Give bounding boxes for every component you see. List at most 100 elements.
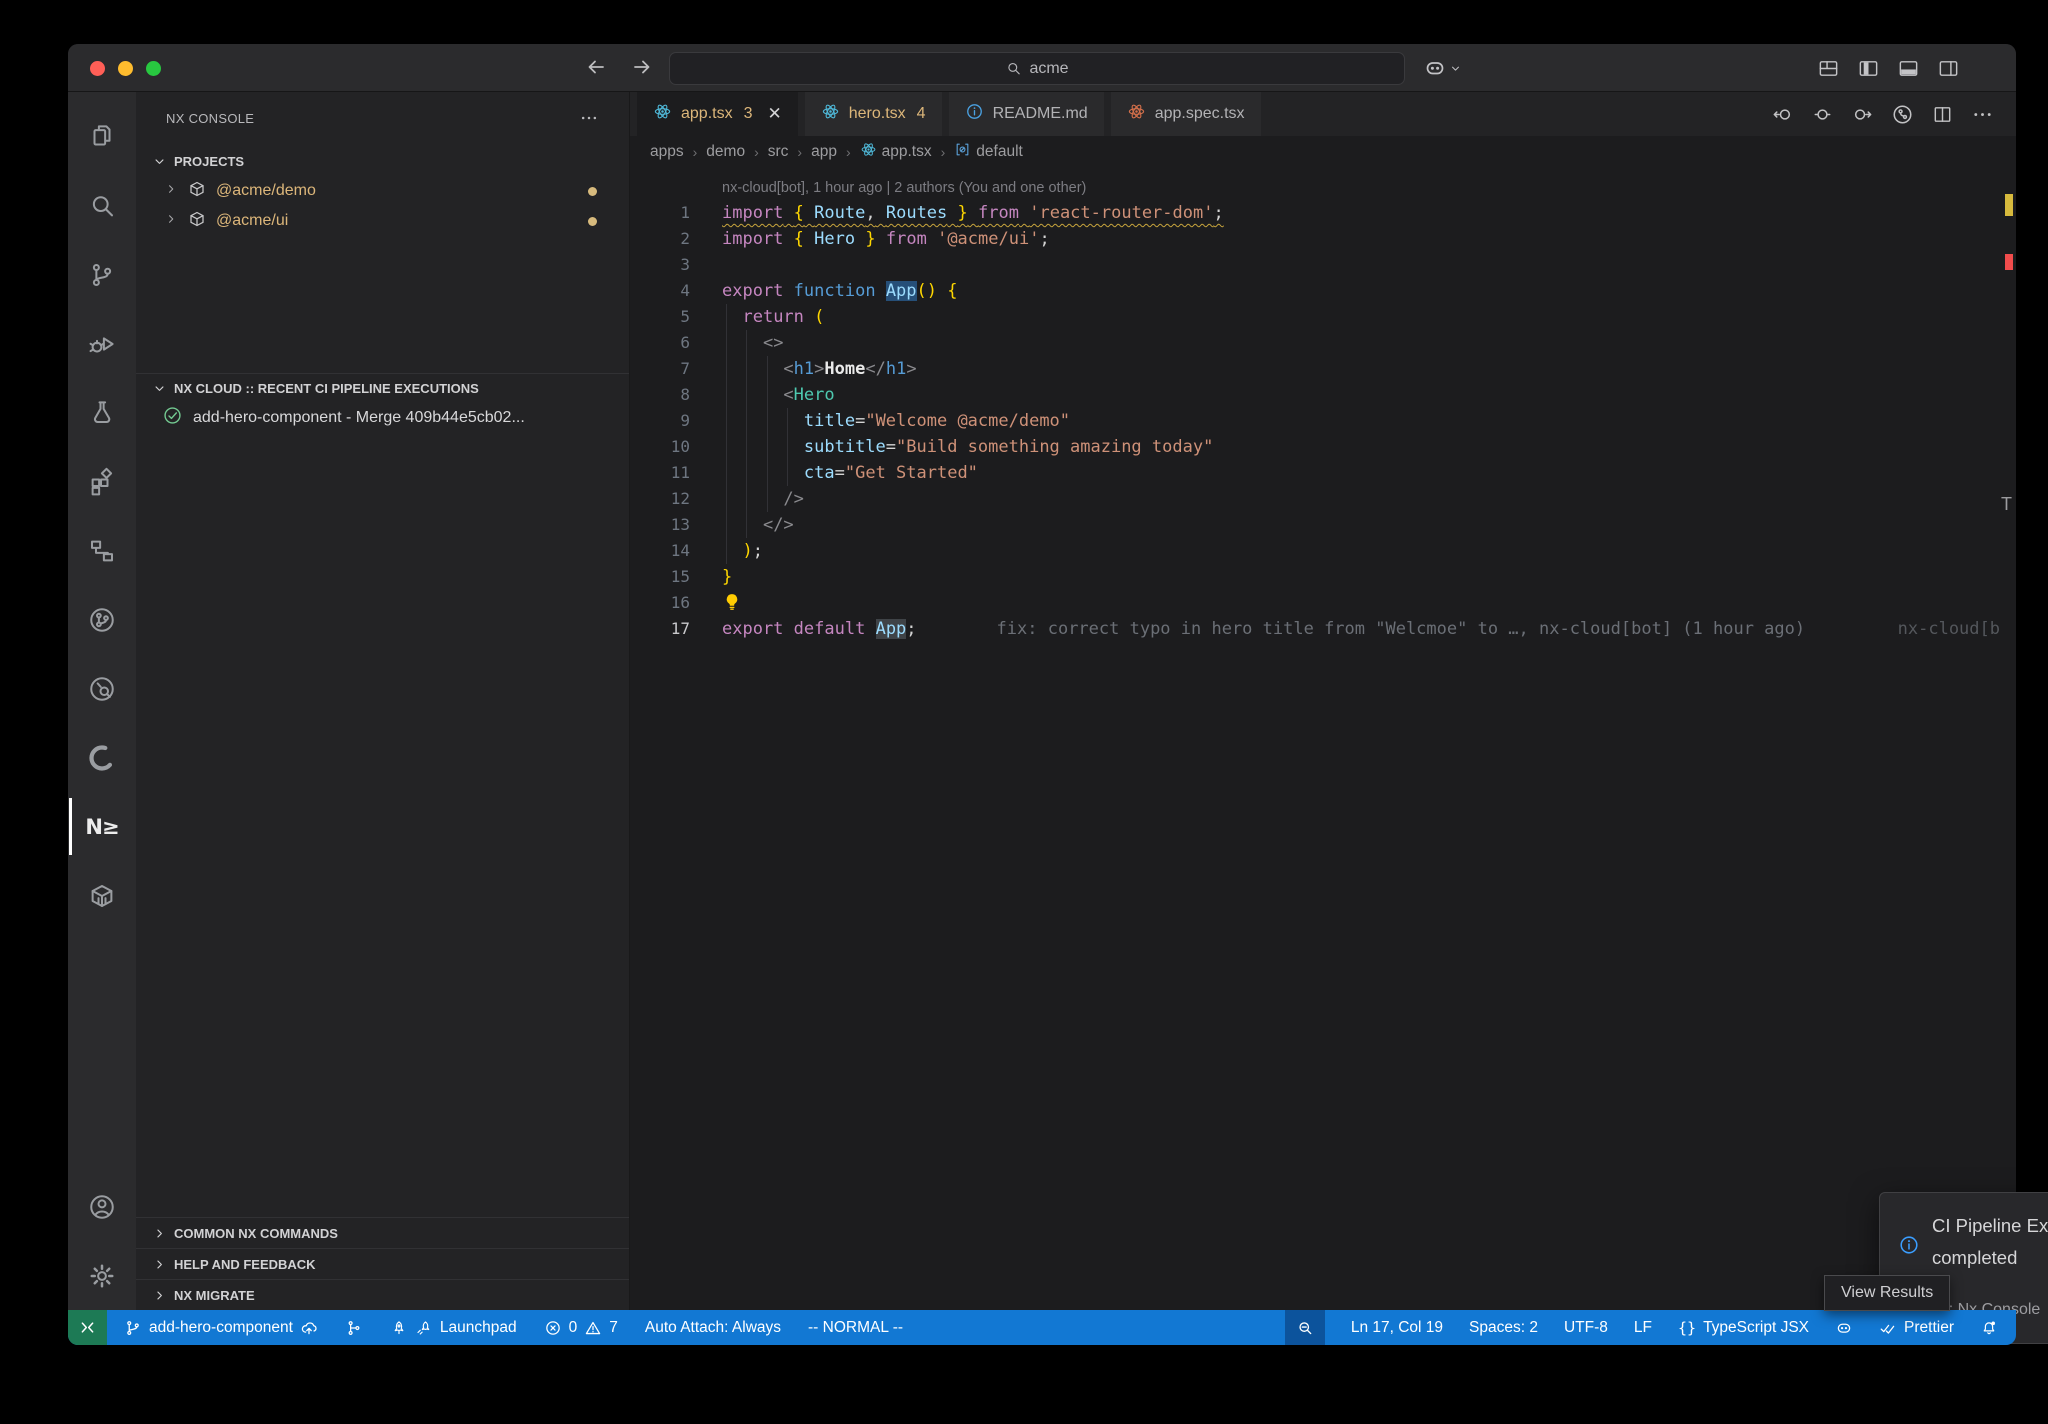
code-line-1[interactable]: 1 import { Route, Routes } from 'react-r… [630, 200, 2016, 226]
code-line-15[interactable]: 15 } [630, 564, 2016, 590]
line-number: 12 [630, 486, 690, 512]
code-line-2[interactable]: 2 import { Hero } from '@acme/ui'; [630, 226, 2016, 252]
command-center-search[interactable]: acme [669, 52, 1405, 85]
status-eol[interactable]: LF [1634, 1310, 1652, 1345]
code-line-7[interactable]: 7 <h1>Home</h1> [630, 356, 2016, 382]
activity-item-containers[interactable] [68, 861, 136, 930]
tab-README.md[interactable]: README.md [949, 92, 1104, 136]
activity-item-testing[interactable] [68, 378, 136, 447]
activity-item-accounts[interactable] [68, 1172, 136, 1241]
tab-app.tsx[interactable]: app.tsx 3 ✕ [637, 92, 798, 136]
modified-dot [588, 187, 597, 196]
copilot-menu[interactable] [1423, 56, 1462, 80]
ellipsis-icon[interactable] [1971, 103, 1994, 126]
code-line-4[interactable]: 4 export function App() { [630, 278, 2016, 304]
tab-app.spec.tsx[interactable]: app.spec.tsx [1111, 92, 1261, 136]
zoom-window-button[interactable] [146, 61, 161, 76]
tab-bar: app.tsx 3 ✕ hero.tsx 4 README.md app.spe… [630, 92, 2016, 136]
activity-item-explorer[interactable] [68, 102, 136, 171]
breadcrumb-app[interactable]: app [811, 143, 837, 161]
activity-item-extensions[interactable] [68, 447, 136, 516]
status-problems[interactable]: 07 [544, 1310, 618, 1345]
tab-hero.tsx[interactable]: hero.tsx 4 [805, 92, 942, 136]
section-label: PROJECTS [174, 154, 244, 169]
status-notifications[interactable] [1980, 1310, 1998, 1345]
activity-item-gitlens[interactable] [68, 585, 136, 654]
breadcrumb-app.tsx[interactable]: app.tsx [860, 141, 932, 163]
toggle-secondary-sidebar-icon[interactable] [1937, 57, 1960, 80]
overview-ruler[interactable]: T [2002, 168, 2014, 1310]
sidebar-actions-ellipsis-icon[interactable] [579, 108, 599, 128]
toggle-sidebar-icon[interactable] [1857, 57, 1880, 80]
code-editor[interactable]: nx-cloud[bot], 1 hour ago | 2 authors (Y… [630, 168, 2016, 1310]
activity-item-settings[interactable] [68, 1241, 136, 1310]
status-zoom-indicator[interactable] [1285, 1310, 1325, 1345]
forward-arrow-icon[interactable] [630, 55, 654, 79]
activity-item-source-control[interactable] [68, 240, 136, 309]
tab-label: app.spec.tsx [1155, 105, 1245, 123]
pipeline-execution-item[interactable]: add-hero-component - Merge 409b44e5cb02.… [136, 403, 629, 433]
close-window-button[interactable] [90, 61, 105, 76]
code-line-10[interactable]: 10 subtitle="Build something amazing tod… [630, 434, 2016, 460]
status-left: add-hero-component Launchpad 07 Auto Attach… [124, 1310, 903, 1345]
gitlens-inspect-icon [87, 674, 117, 704]
status-launchpad[interactable]: Launchpad [390, 1310, 517, 1345]
activity-item-gitlens-inspect[interactable] [68, 654, 136, 723]
next-change-icon[interactable] [1851, 103, 1874, 126]
react-icon [653, 102, 672, 121]
history-nav [584, 55, 654, 79]
section-help-and-feedback[interactable]: HELP AND FEEDBACK [136, 1248, 629, 1279]
back-arrow-icon[interactable] [584, 55, 608, 79]
chevron-down-icon[interactable] [1449, 62, 1462, 75]
status-copilot[interactable] [1835, 1310, 1853, 1345]
breadcrumb-demo[interactable]: demo [706, 143, 745, 161]
status-git-graph[interactable] [345, 1310, 363, 1345]
copilot-icon[interactable] [1423, 56, 1447, 80]
editor-group: app.tsx 3 ✕ hero.tsx 4 README.md app.spe… [630, 92, 2016, 1310]
status-indentation[interactable]: Spaces: 2 [1469, 1310, 1538, 1345]
code-line-17[interactable]: 17 export default App;fix: correct typo … [630, 616, 2016, 642]
breadcrumb-default[interactable]: default [954, 141, 1023, 163]
breadcrumb-src[interactable]: src [768, 143, 789, 161]
code-line-11[interactable]: 11 cta="Get Started" [630, 460, 2016, 486]
code-line-14[interactable]: 14 ); [630, 538, 2016, 564]
code-line-5[interactable]: 5 return ( [630, 304, 2016, 330]
activity-item-references[interactable] [68, 516, 136, 585]
status-vim-mode[interactable]: -- NORMAL -- [808, 1310, 903, 1345]
remote-indicator[interactable] [68, 1310, 107, 1345]
breadcrumb-separator: › [754, 144, 759, 160]
activity-item-edge-browser[interactable] [68, 723, 136, 792]
status-auto-attach[interactable]: Auto Attach: Always [645, 1310, 781, 1345]
code-line-8[interactable]: 8 <Hero [630, 382, 2016, 408]
activity-item-search[interactable] [68, 171, 136, 240]
change-icon[interactable] [1811, 103, 1834, 126]
status-cursor-position[interactable]: Ln 17, Col 19 [1351, 1310, 1443, 1345]
status-branch[interactable]: add-hero-component [124, 1310, 318, 1345]
project-item-@acme/demo[interactable]: @acme/demo [136, 176, 629, 206]
status-encoding[interactable]: UTF-8 [1564, 1310, 1608, 1345]
code-line-6[interactable]: 6 <> [630, 330, 2016, 356]
section-projects[interactable]: PROJECTS [136, 146, 629, 176]
run-ci-icon[interactable] [1891, 103, 1914, 126]
prev-change-icon[interactable] [1771, 103, 1794, 126]
breadcrumb-apps[interactable]: apps [650, 143, 684, 161]
close-icon[interactable]: ✕ [768, 104, 782, 124]
section-nx-cloud[interactable]: NX CLOUD :: RECENT CI PIPELINE EXECUTION… [136, 373, 629, 403]
section-common-nx-commands[interactable]: COMMON NX COMMANDS [136, 1217, 629, 1248]
activity-item-run-debug[interactable] [68, 309, 136, 378]
zoom-out-icon [1296, 1319, 1314, 1337]
code-line-3[interactable]: 3 [630, 252, 2016, 278]
section-nx-migrate[interactable]: NX MIGRATE [136, 1279, 629, 1310]
split-editor-icon[interactable] [1931, 103, 1954, 126]
code-line-12[interactable]: 12 /> [630, 486, 2016, 512]
layout-customize-icon[interactable] [1817, 57, 1840, 80]
code-line-9[interactable]: 9 title="Welcome @acme/demo" [630, 408, 2016, 434]
toggle-panel-icon[interactable] [1897, 57, 1920, 80]
project-item-@acme/ui[interactable]: @acme/ui [136, 206, 629, 236]
minimize-window-button[interactable] [118, 61, 133, 76]
activity-item-nx-console[interactable]: N≥ [68, 792, 136, 861]
status-language-mode[interactable]: {}TypeScript JSX [1678, 1310, 1809, 1345]
code-line-13[interactable]: 13 </> [630, 512, 2016, 538]
status-prettier[interactable]: Prettier [1879, 1310, 1954, 1345]
code-line-16[interactable]: 16 [630, 590, 2016, 616]
